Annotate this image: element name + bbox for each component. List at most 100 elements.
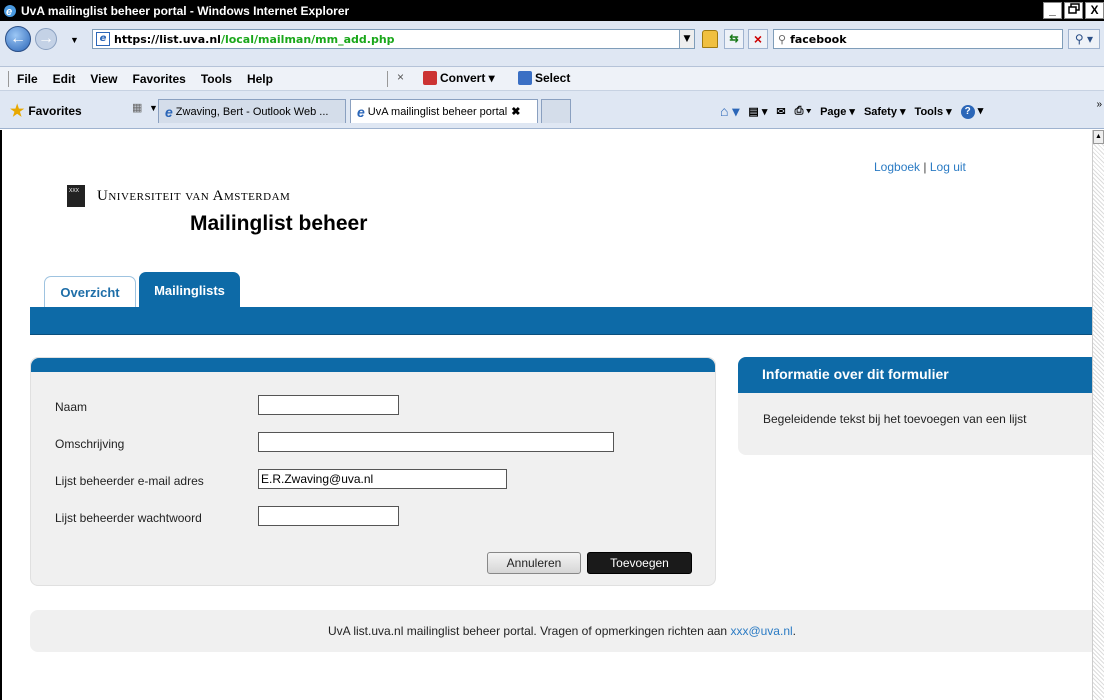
footer-suffix: . (792, 624, 796, 638)
favorites-button[interactable]: ★ Favorites (10, 101, 82, 121)
page-icon: e (96, 32, 110, 46)
add-list-form: Naam Omschrijving Lijst beheerder e-mail… (30, 357, 716, 586)
admin-password-field[interactable] (258, 506, 399, 526)
search-value: facebook (790, 32, 847, 46)
top-links: Logboek | Log uit (874, 160, 966, 174)
history-dropdown-icon[interactable]: ▼ (70, 35, 79, 45)
home-icon[interactable]: ⌂ ▾ (720, 103, 739, 120)
star-icon: ★ (10, 103, 25, 120)
refresh-button[interactable]: ⇆ (724, 29, 744, 49)
ie-page-icon: e (357, 103, 365, 120)
search-input[interactable]: ⚲ facebook (773, 29, 1063, 49)
admin-email-label: Lijst beheerder e-mail adres (55, 474, 204, 488)
back-button[interactable]: ← (5, 26, 31, 52)
tab-label: Zwaving, Bert - Outlook Web ... (175, 105, 329, 118)
menu-view[interactable]: View (90, 72, 117, 86)
link-divider: | (923, 160, 927, 174)
select-icon (518, 71, 532, 85)
admin-email-field[interactable] (258, 469, 507, 489)
back-arrow-icon: ← (10, 30, 26, 47)
contact-email-link[interactable]: xxx@uva.nl (730, 624, 792, 638)
logbook-link[interactable]: Logboek (874, 160, 920, 174)
url-path: /local/mailman/mm_add.php (220, 32, 395, 46)
footer-text: UvA list.uva.nl mailinglist beheer porta… (328, 624, 731, 638)
feeds-icon[interactable]: ▤ ▾ (748, 105, 767, 118)
name-field[interactable] (258, 395, 399, 415)
add-button[interactable]: Toevoegen (587, 552, 692, 574)
ie-logo-icon: e (2, 3, 18, 19)
refresh-icon: ⇆ (729, 33, 739, 45)
name-label: Naam (55, 400, 88, 414)
help-icon: ? (960, 105, 975, 119)
toolbar-grip (8, 70, 11, 87)
scroll-up-arrow-icon[interactable]: ▲ (1093, 130, 1104, 144)
page-content: Logboek | Log uit Universiteit van Amste… (0, 130, 1092, 700)
svg-text:e: e (6, 6, 12, 18)
lock-icon[interactable] (702, 30, 718, 48)
vertical-scrollbar[interactable]: ▲ (1092, 130, 1104, 700)
menu-favorites[interactable]: Favorites (132, 72, 185, 86)
menu-tools[interactable]: Tools (201, 72, 232, 86)
info-title: Informatie over dit formulier (738, 357, 1092, 393)
favorites-label: Favorites (28, 104, 82, 118)
minimize-button[interactable]: _ (1043, 2, 1062, 19)
cancel-button[interactable]: Annuleren (487, 552, 581, 574)
print-icon[interactable]: ⎙ ▾ (795, 105, 811, 118)
search-button[interactable]: ⚲ ▾ (1068, 29, 1100, 49)
pdf-convert-icon (423, 71, 437, 85)
tab-overzicht[interactable]: Overzicht (44, 276, 136, 308)
tab-list-dropdown-icon[interactable]: ▼ (149, 103, 158, 113)
info-panel: Informatie over dit formulier Begeleiden… (738, 357, 1092, 455)
description-field[interactable] (258, 432, 614, 452)
info-text: Begeleidende tekst bij het toevoegen van… (763, 412, 1027, 426)
nav-strip (30, 307, 1092, 335)
select-button[interactable]: Select (518, 71, 570, 85)
close-window-button[interactable]: X (1085, 2, 1104, 19)
safety-menu[interactable]: Safety ▾ (864, 105, 906, 118)
stop-button[interactable]: × (748, 29, 768, 49)
logo-text: Universiteit van Amsterdam (97, 187, 291, 204)
tools-menu[interactable]: Tools ▾ (915, 105, 952, 118)
page-footer: UvA list.uva.nl mailinglist beheer porta… (30, 610, 1092, 652)
uva-crest-icon (67, 185, 85, 207)
forward-button[interactable]: → (35, 28, 57, 50)
search-icon: ⚲ (778, 32, 787, 46)
menu-bar: File Edit View Favorites Tools Help × Co… (0, 67, 1104, 91)
logout-link[interactable]: Log uit (930, 160, 966, 174)
page-title: Mailinglist beheer (190, 212, 368, 235)
window-titlebar: e UvA mailinglist beheer portal - Window… (0, 0, 1104, 21)
help-menu[interactable]: ? ▾ (960, 104, 983, 119)
address-toolbar: ← → ▼ e https://list.uva.nl/local/mailma… (0, 21, 1104, 67)
mail-icon[interactable]: ✉ (776, 105, 785, 118)
menu-file[interactable]: File (17, 72, 38, 86)
browser-tab-outlook[interactable]: e Zwaving, Bert - Outlook Web ... (158, 99, 346, 123)
chevron-more-icon[interactable]: » (1096, 99, 1102, 110)
convert-button[interactable]: Convert ▾ (423, 71, 495, 85)
menu-help[interactable]: Help (247, 72, 273, 86)
description-label: Omschrijving (55, 437, 125, 451)
admin-password-label: Lijst beheerder wachtwoord (55, 511, 202, 525)
command-bar: ⌂ ▾ ▤ ▾ ✉ ⎙ ▾ Page ▾ Safety ▾ Tools ▾ ? … (720, 103, 992, 120)
maximize-button[interactable] (1064, 2, 1083, 19)
toolbar-separator (387, 71, 388, 87)
address-field[interactable]: e https://list.uva.nl/local/mailman/mm_a… (92, 29, 695, 49)
ie-page-icon: e (165, 103, 173, 120)
close-tab-icon[interactable]: ✖ (511, 105, 520, 118)
url-host: https://list.uva.nl (114, 32, 221, 46)
search-go-icon: ⚲ ▾ (1074, 32, 1094, 46)
favorites-bar: ★ Favorites ▦ ▼ e Zwaving, Bert - Outloo… (0, 91, 1104, 129)
browser-tab-active[interactable]: e UvA mailinglist beheer portal ✖ (350, 99, 538, 123)
tab-label: UvA mailinglist beheer portal (367, 105, 508, 118)
tab-mailinglists[interactable]: Mailinglists (139, 272, 240, 308)
close-toolbar-icon[interactable]: × (397, 70, 404, 84)
uva-logo[interactable]: Universiteit van Amsterdam (67, 185, 290, 207)
form-header-bar (31, 358, 715, 372)
stop-icon: × (753, 31, 763, 47)
quick-tabs-icon[interactable]: ▦ (132, 101, 142, 114)
page-menu[interactable]: Page ▾ (820, 105, 855, 118)
new-tab-button[interactable] (541, 99, 571, 123)
menu-edit[interactable]: Edit (53, 72, 76, 86)
window-title: UvA mailinglist beheer portal - Windows … (21, 3, 350, 18)
select-label: Select (535, 71, 571, 85)
address-dropdown-icon[interactable]: ▼ (679, 30, 694, 48)
